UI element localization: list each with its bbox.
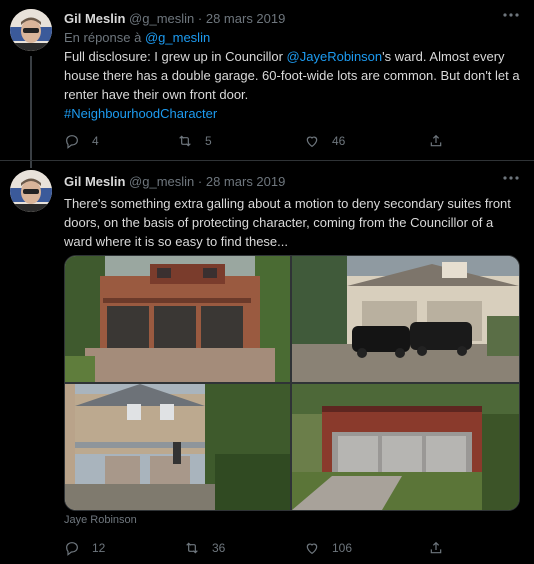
- tweet-text: There's something extra galling about a …: [64, 196, 511, 249]
- mention-link[interactable]: @JayeRobinson: [287, 49, 383, 64]
- retweet-button[interactable]: 36: [184, 540, 225, 556]
- reply-icon: [66, 135, 78, 149]
- author-handle[interactable]: @g_meslin: [129, 174, 194, 189]
- photo-grid: [64, 255, 520, 511]
- reply-button[interactable]: 12: [64, 540, 105, 556]
- more-icon[interactable]: [502, 8, 520, 27]
- retweet-count: 36: [212, 541, 226, 555]
- photo-garage-brick-house[interactable]: [65, 256, 290, 382]
- reply-count: 12: [92, 541, 106, 555]
- author-handle[interactable]: @g_meslin: [129, 11, 194, 26]
- tweet-date[interactable]: 28 mars 2019: [206, 174, 286, 189]
- reply-button[interactable]: 4: [64, 133, 99, 149]
- thread-line: [30, 56, 32, 168]
- share-icon: [430, 541, 442, 554]
- separator-dot: ·: [197, 174, 203, 189]
- image-caption[interactable]: Jaye Robinson: [64, 514, 137, 526]
- tweet-1[interactable]: Gil Meslin @g_meslin · 28 mars 2019 En r…: [0, 0, 534, 168]
- retweet-count: 5: [205, 134, 212, 148]
- photo-garage-grey-house[interactable]: [65, 384, 290, 510]
- tweet-header: Gil Meslin @g_meslin · 28 mars 2019: [64, 10, 520, 27]
- reply-context: En réponse à @g_meslin: [64, 30, 520, 45]
- avatar[interactable]: [10, 9, 52, 51]
- share-button[interactable]: [428, 540, 444, 556]
- separator-dot: ·: [197, 11, 203, 26]
- reply-count: 4: [92, 134, 99, 148]
- like-count: 106: [332, 541, 353, 555]
- retweet-icon: [186, 542, 198, 554]
- share-button[interactable]: [428, 133, 444, 149]
- share-icon: [430, 134, 442, 147]
- like-icon: [306, 543, 318, 555]
- retweet-button[interactable]: 5: [177, 133, 212, 149]
- like-icon: [306, 136, 318, 148]
- reply-handle-link[interactable]: @g_meslin: [145, 30, 210, 45]
- tweet-text-part: Full disclosure: I grew up in Councillor: [64, 49, 287, 64]
- action-bar: 4 5 46: [64, 133, 518, 153]
- retweet-icon: [179, 135, 191, 147]
- like-button[interactable]: 46: [304, 133, 345, 149]
- photo-garage-mercedes[interactable]: [292, 256, 519, 382]
- more-icon[interactable]: [502, 171, 520, 190]
- avatar[interactable]: [10, 170, 52, 212]
- hashtag-link[interactable]: #NeighbourhoodCharacter: [64, 106, 217, 121]
- tweet-text: Full disclosure: I grew up in Councillor…: [64, 47, 520, 123]
- like-count: 46: [332, 134, 346, 148]
- author-name[interactable]: Gil Meslin: [64, 174, 125, 189]
- tweet-header: Gil Meslin @g_meslin · 28 mars 2019: [64, 173, 520, 190]
- tweet-date[interactable]: 28 mars 2019: [206, 11, 286, 26]
- reply-prefix: En réponse à: [64, 30, 142, 45]
- like-button[interactable]: 106: [304, 540, 352, 556]
- reply-icon: [66, 542, 78, 556]
- photo-garage-red-wall[interactable]: [292, 384, 519, 510]
- author-name[interactable]: Gil Meslin: [64, 11, 125, 26]
- action-bar: 12 36 106: [64, 540, 518, 560]
